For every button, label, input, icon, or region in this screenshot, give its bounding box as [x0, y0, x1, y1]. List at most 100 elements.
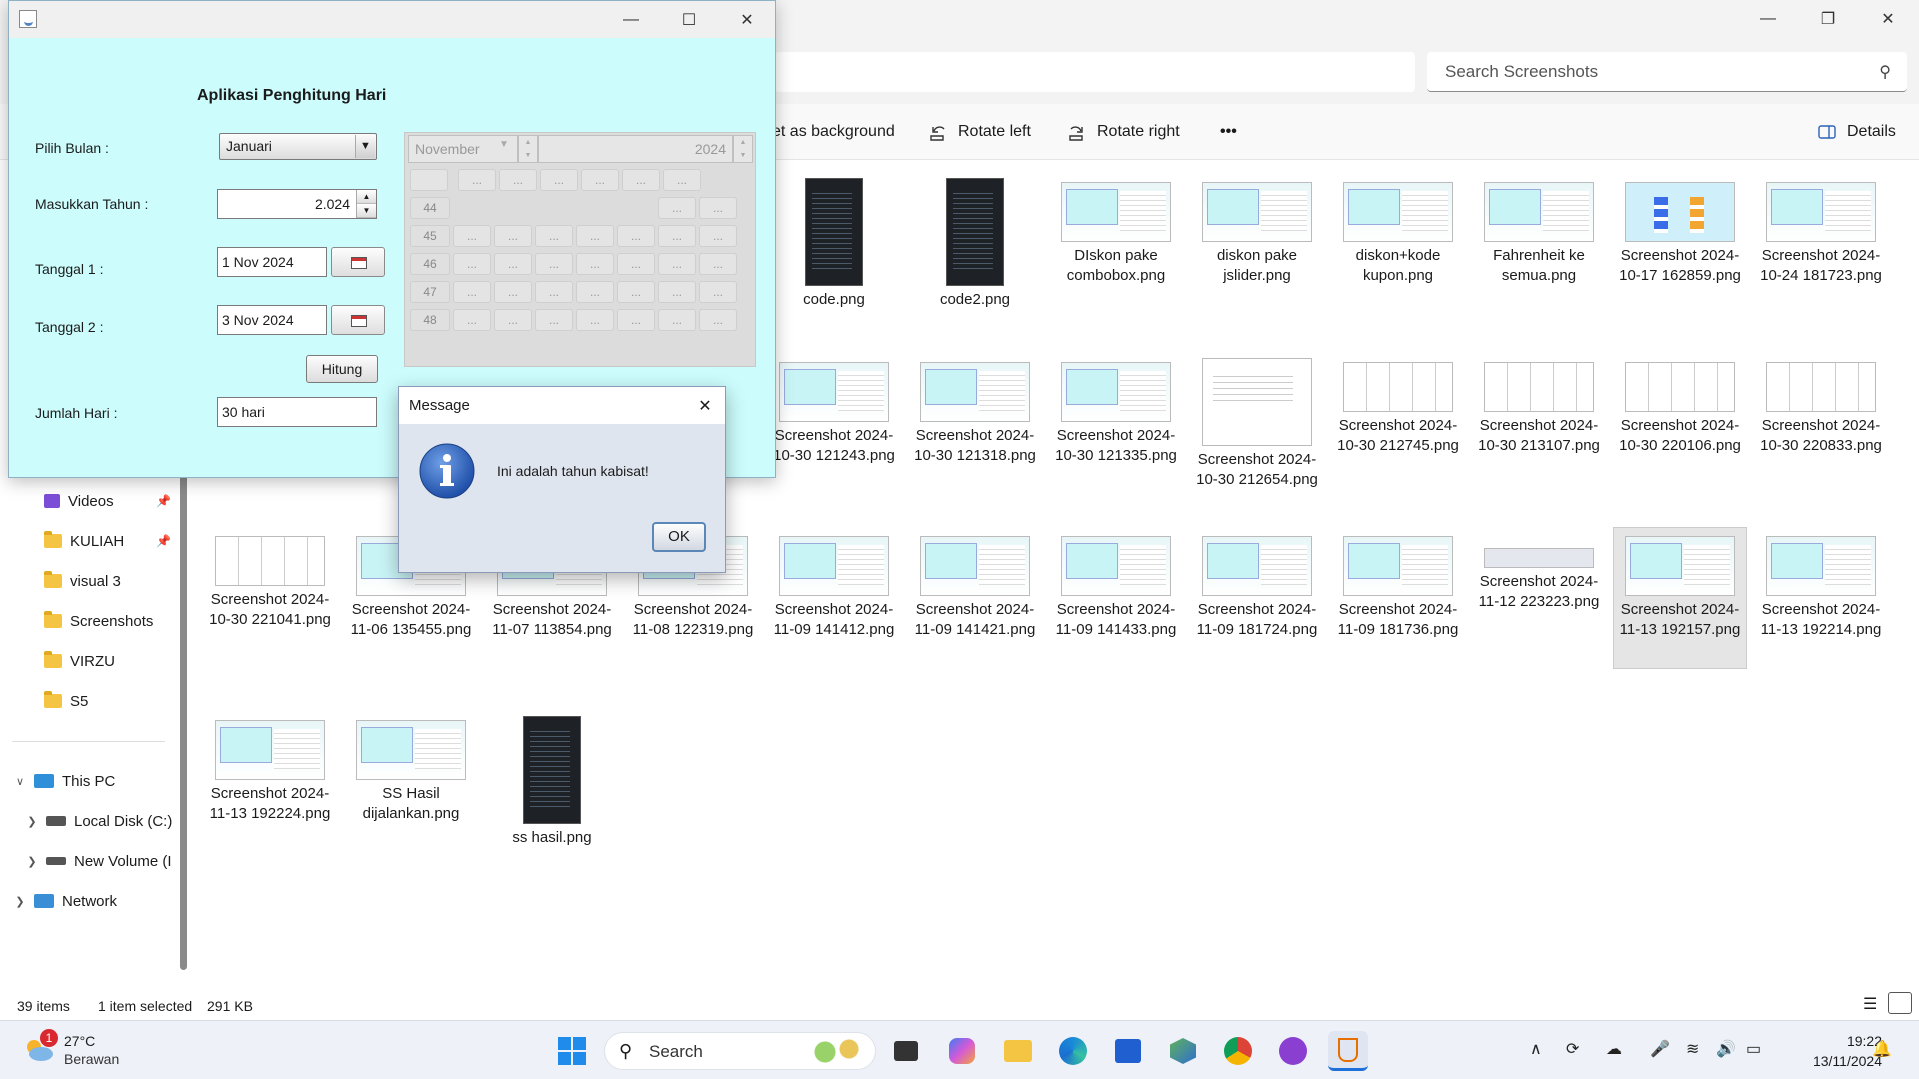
- calendar-day-cell[interactable]: ...: [617, 225, 655, 247]
- details-button[interactable]: Details: [1817, 118, 1896, 146]
- hitung-button[interactable]: Hitung: [306, 355, 378, 383]
- nav-item-new-volume[interactable]: ❯ New Volume (I: [24, 846, 171, 876]
- tahun-spinner[interactable]: 2.024 ▲ ▼: [217, 189, 377, 219]
- rotate-left-button[interactable]: Rotate left: [928, 118, 1031, 146]
- spinner-down-icon[interactable]: ▼: [357, 204, 376, 218]
- file-tile[interactable]: Screenshot 2024-11-13 192157.png: [1613, 527, 1747, 669]
- tahun-value[interactable]: 2.024: [315, 196, 350, 212]
- file-tile[interactable]: Screenshot 2024-11-09 141421.png: [909, 528, 1041, 668]
- wifi-icon[interactable]: ≋: [1686, 1039, 1699, 1059]
- calendar-day-cell[interactable]: ...: [658, 225, 696, 247]
- file-tile[interactable]: Screenshot 2024-10-30 220106.png: [1614, 354, 1746, 494]
- nav-item-virzu[interactable]: VIRZU: [44, 646, 115, 676]
- search-box[interactable]: Search Screenshots ⚲: [1427, 52, 1907, 92]
- file-tile[interactable]: diskon pake jslider.png: [1191, 174, 1323, 314]
- file-tile[interactable]: Screenshot 2024-10-30 220833.png: [1755, 354, 1887, 494]
- jumlah-hari-field[interactable]: 30 hari: [217, 397, 377, 427]
- nav-item-s5[interactable]: S5: [44, 686, 88, 716]
- set-as-background-button[interactable]: et as background: [772, 118, 895, 146]
- start-button[interactable]: [552, 1031, 592, 1071]
- file-tile[interactable]: Screenshot 2024-10-17 162859.png: [1614, 174, 1746, 314]
- search-input[interactable]: Search Screenshots: [1445, 62, 1598, 82]
- file-tile[interactable]: Screenshot 2024-11-09 181736.png: [1332, 528, 1464, 668]
- calendar-year-spinner[interactable]: ▲ ▼: [733, 135, 753, 163]
- sync-icon[interactable]: ⟳: [1566, 1039, 1579, 1059]
- calendar-day-cell[interactable]: ...: [453, 281, 491, 303]
- file-tile[interactable]: Screenshot 2024-10-30 213107.png: [1473, 354, 1605, 494]
- calendar-day-cell[interactable]: ...: [535, 253, 573, 275]
- calendar-day-cell[interactable]: ...: [617, 253, 655, 275]
- microphone-icon[interactable]: 🎤: [1650, 1039, 1670, 1059]
- file-tile[interactable]: Screenshot 2024-10-24 181723.png: [1755, 174, 1887, 314]
- calendar-day-cell[interactable]: ...: [453, 225, 491, 247]
- chevron-right-icon[interactable]: ❯: [24, 855, 40, 868]
- app-maximize-button[interactable]: ☐: [661, 1, 717, 38]
- search-icon[interactable]: ⚲: [1879, 62, 1891, 82]
- calendar-day-cell[interactable]: ...: [699, 197, 737, 219]
- netbeans-button[interactable]: [1163, 1031, 1203, 1071]
- file-tile[interactable]: Screenshot 2024-10-30 121243.png: [768, 354, 900, 494]
- large-icons-view-icon[interactable]: [1888, 992, 1912, 1014]
- nav-item-kuliah[interactable]: KULIAH: [44, 526, 124, 556]
- file-tile[interactable]: Screenshot 2024-10-30 121318.png: [909, 354, 1041, 494]
- file-tile[interactable]: Screenshot 2024-11-12 223223.png: [1473, 528, 1605, 668]
- calendar-day-cell[interactable]: ...: [699, 253, 737, 275]
- onedrive-offline-icon[interactable]: ☁: [1606, 1039, 1622, 1059]
- chevron-down-icon[interactable]: ∨: [12, 775, 28, 788]
- battery-icon[interactable]: ▭: [1746, 1039, 1761, 1059]
- calendar-year-field[interactable]: 2024: [538, 135, 733, 163]
- chevron-up-icon[interactable]: ∧: [1530, 1039, 1542, 1059]
- file-tile[interactable]: Screenshot 2024-11-09 181724.png: [1191, 528, 1323, 668]
- ok-button[interactable]: OK: [652, 522, 706, 552]
- dropdown-arrow-icon[interactable]: ▼: [499, 139, 515, 150]
- dropdown-arrow-icon[interactable]: ▼: [355, 135, 375, 158]
- chrome-button[interactable]: [1218, 1031, 1258, 1071]
- dialog-close-icon[interactable]: ✕: [685, 387, 725, 424]
- calendar-day-cell[interactable]: ...: [535, 309, 573, 331]
- close-button[interactable]: ✕: [1860, 0, 1916, 38]
- bulan-combobox[interactable]: Januari ▼: [219, 133, 377, 160]
- file-tile[interactable]: ss hasil.png: [486, 712, 618, 852]
- file-tile[interactable]: code.png: [768, 174, 900, 314]
- java-app-button[interactable]: [1328, 1031, 1368, 1071]
- task-view-button[interactable]: [886, 1031, 926, 1071]
- calendar-day-cell[interactable]: ...: [453, 309, 491, 331]
- taskbar-search[interactable]: ⚲ Search: [604, 1032, 876, 1070]
- calendar-day-cell[interactable]: ...: [535, 281, 573, 303]
- calendar-day-cell[interactable]: ...: [576, 253, 614, 275]
- file-tile[interactable]: Fahrenheit ke semua.png: [1473, 174, 1605, 314]
- calendar-day-cell[interactable]: ...: [699, 309, 737, 331]
- store-button[interactable]: [1108, 1031, 1148, 1071]
- nav-item-this-pc[interactable]: ∨ This PC: [12, 766, 115, 796]
- calendar-day-cell[interactable]: ...: [658, 253, 696, 275]
- minimize-button[interactable]: —: [1740, 0, 1796, 38]
- calendar-day-cell[interactable]: ...: [494, 253, 532, 275]
- github-desktop-button[interactable]: [1273, 1031, 1313, 1071]
- nav-item-screenshots[interactable]: Screenshots: [44, 606, 153, 636]
- calendar-day-cell[interactable]: ...: [617, 309, 655, 331]
- calendar-day-cell[interactable]: ...: [576, 309, 614, 331]
- tanggal-2-field[interactable]: 3 Nov 2024: [217, 305, 327, 335]
- file-tile[interactable]: Screenshot 2024-11-09 141433.png: [1050, 528, 1182, 668]
- file-tile[interactable]: Screenshot 2024-10-30 121335.png: [1050, 354, 1182, 494]
- calendar-day-cell[interactable]: ...: [658, 281, 696, 303]
- nav-item-videos[interactable]: Videos: [44, 486, 114, 516]
- calendar-day-cell[interactable]: ...: [494, 281, 532, 303]
- calendar-month-combobox[interactable]: November ▼: [408, 135, 518, 163]
- file-explorer-button[interactable]: [998, 1031, 1038, 1071]
- calendar-day-cell[interactable]: ...: [535, 225, 573, 247]
- edge-button[interactable]: [1053, 1031, 1093, 1071]
- file-tile[interactable]: Screenshot 2024-10-30 221041.png: [204, 528, 336, 668]
- calendar-day-cell[interactable]: ...: [494, 309, 532, 331]
- app-minimize-button[interactable]: —: [603, 1, 659, 38]
- calendar-day-cell[interactable]: ...: [699, 281, 737, 303]
- calendar-day-cell[interactable]: ...: [453, 253, 491, 275]
- calendar-day-cell[interactable]: ...: [576, 281, 614, 303]
- chevron-right-icon[interactable]: ❯: [12, 895, 28, 908]
- calendar-day-cell[interactable]: ...: [617, 281, 655, 303]
- file-tile[interactable]: Screenshot 2024-11-13 192224.png: [204, 712, 336, 852]
- weather-widget[interactable]: 1 27°C Berawan: [22, 1029, 152, 1071]
- file-tile[interactable]: SS Hasil dijalankan.png: [345, 712, 477, 852]
- file-tile[interactable]: Screenshot 2024-10-30 212654.png: [1191, 354, 1323, 494]
- calendar-month-spinner[interactable]: ▲ ▼: [518, 135, 538, 163]
